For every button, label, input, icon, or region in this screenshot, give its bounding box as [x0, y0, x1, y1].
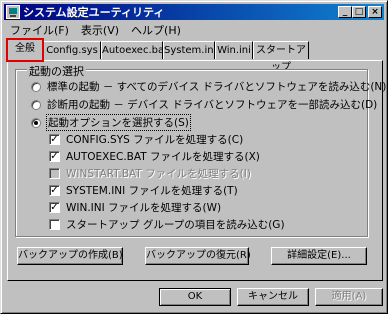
title-buttons: _ □ × — [338, 6, 382, 18]
radio-normal-startup[interactable]: 標準の起動 － すべてのデバイス ドライバとソフトウェアを読み込む(N) — [31, 79, 386, 94]
checkbox — [49, 168, 60, 179]
checkbox-label: CONFIG.SYS ファイルを処理する(C) — [66, 134, 244, 146]
checkbox-label: WIN.INI ファイルを処理する(W) — [66, 202, 222, 214]
check-system-ini[interactable]: ✓ SYSTEM.INI ファイルを処理する(T) — [49, 183, 238, 198]
restore-backup-button[interactable]: バックアップの復元(R) — [145, 247, 251, 265]
tab-win-ini[interactable]: Win.ini — [215, 41, 253, 59]
ok-button[interactable]: OK — [159, 288, 231, 306]
apply-button: 適用(A) — [315, 288, 383, 306]
tab-general[interactable]: 全般 — [6, 38, 44, 62]
minimize-button[interactable]: _ — [338, 6, 352, 18]
check-config-sys[interactable]: ✓ CONFIG.SYS ファイルを処理する(C) — [49, 132, 243, 147]
check-winstart-bat: WINSTART.BAT ファイルを処理する(I) — [49, 166, 251, 181]
radio-diagnostic-startup[interactable]: 診断用の起動 － デバイス ドライバとソフトウェアを一部読み込む(D) — [31, 97, 377, 112]
apply-label: 適用(A) — [331, 291, 367, 302]
checkbox[interactable]: ✓ — [49, 185, 60, 196]
tab-config-sys[interactable]: Config.sys — [43, 41, 101, 59]
menu-file[interactable]: ファイル(F) — [4, 22, 75, 38]
radio-button[interactable] — [31, 99, 41, 110]
radio-label: 標準の起動 － すべてのデバイス ドライバとソフトウェアを読み込む(N) — [47, 81, 387, 93]
checkbox-label: SYSTEM.INI ファイルを処理する(T) — [66, 185, 238, 197]
radio-label: 診断用の起動 － デバイス ドライバとソフトウェアを一部読み込む(D) — [47, 99, 378, 111]
tab-startup[interactable]: スタートアップ — [253, 41, 309, 73]
checkbox[interactable] — [49, 219, 60, 230]
tab-autoexec-bat[interactable]: Autoexec.bat — [101, 41, 168, 59]
tab-strip: 全般 Config.sys Autoexec.bat System.ini Wi… — [6, 38, 383, 73]
menu-help[interactable]: ヘルプ(H) — [125, 22, 187, 38]
close-button[interactable]: × — [368, 6, 382, 18]
radio-selective-startup[interactable]: 起動オプションを選択する(S) — [31, 114, 191, 131]
check-autoexec-bat[interactable]: ✓ AUTOEXEC.BAT ファイルを処理する(X) — [49, 149, 260, 164]
create-backup-button[interactable]: バックアップの作成(B) — [17, 247, 123, 265]
check-win-ini[interactable]: ✓ WIN.INI ファイルを処理する(W) — [49, 200, 221, 215]
menu-view[interactable]: 表示(V) — [75, 22, 125, 38]
radio-button[interactable] — [31, 117, 41, 128]
system-config-window: システム設定ユーティリティ _ □ × ファイル(F) 表示(V) ヘルプ(H)… — [0, 0, 388, 314]
title-bar[interactable]: システム設定ユーティリティ _ □ × — [4, 4, 384, 20]
check-startup-group[interactable]: スタートアップ グループの項目を読み込む(G) — [49, 217, 285, 232]
app-icon — [6, 5, 20, 19]
group-label: 起動の選択 — [27, 63, 86, 79]
tab-system-ini[interactable]: System.ini — [163, 41, 216, 59]
checkbox[interactable]: ✓ — [49, 202, 60, 213]
maximize-button[interactable]: □ — [352, 6, 366, 18]
checkbox[interactable]: ✓ — [49, 134, 60, 145]
checkbox-label: WINSTART.BAT ファイルを処理する(I) — [66, 168, 251, 180]
advanced-settings-button[interactable]: 詳細設定(E)... — [271, 247, 367, 265]
checkbox-label: AUTOEXEC.BAT ファイルを処理する(X) — [66, 151, 260, 163]
radio-label: 起動オプションを選択する(S) — [46, 114, 191, 131]
window-title: システム設定ユーティリティ — [23, 6, 165, 19]
menu-bar: ファイル(F) 表示(V) ヘルプ(H) — [4, 21, 187, 38]
radio-button[interactable] — [31, 81, 41, 92]
cancel-button[interactable]: キャンセル — [237, 288, 309, 306]
checkbox[interactable]: ✓ — [49, 151, 60, 162]
checkbox-label: スタートアップ グループの項目を読み込む(G) — [66, 219, 285, 231]
